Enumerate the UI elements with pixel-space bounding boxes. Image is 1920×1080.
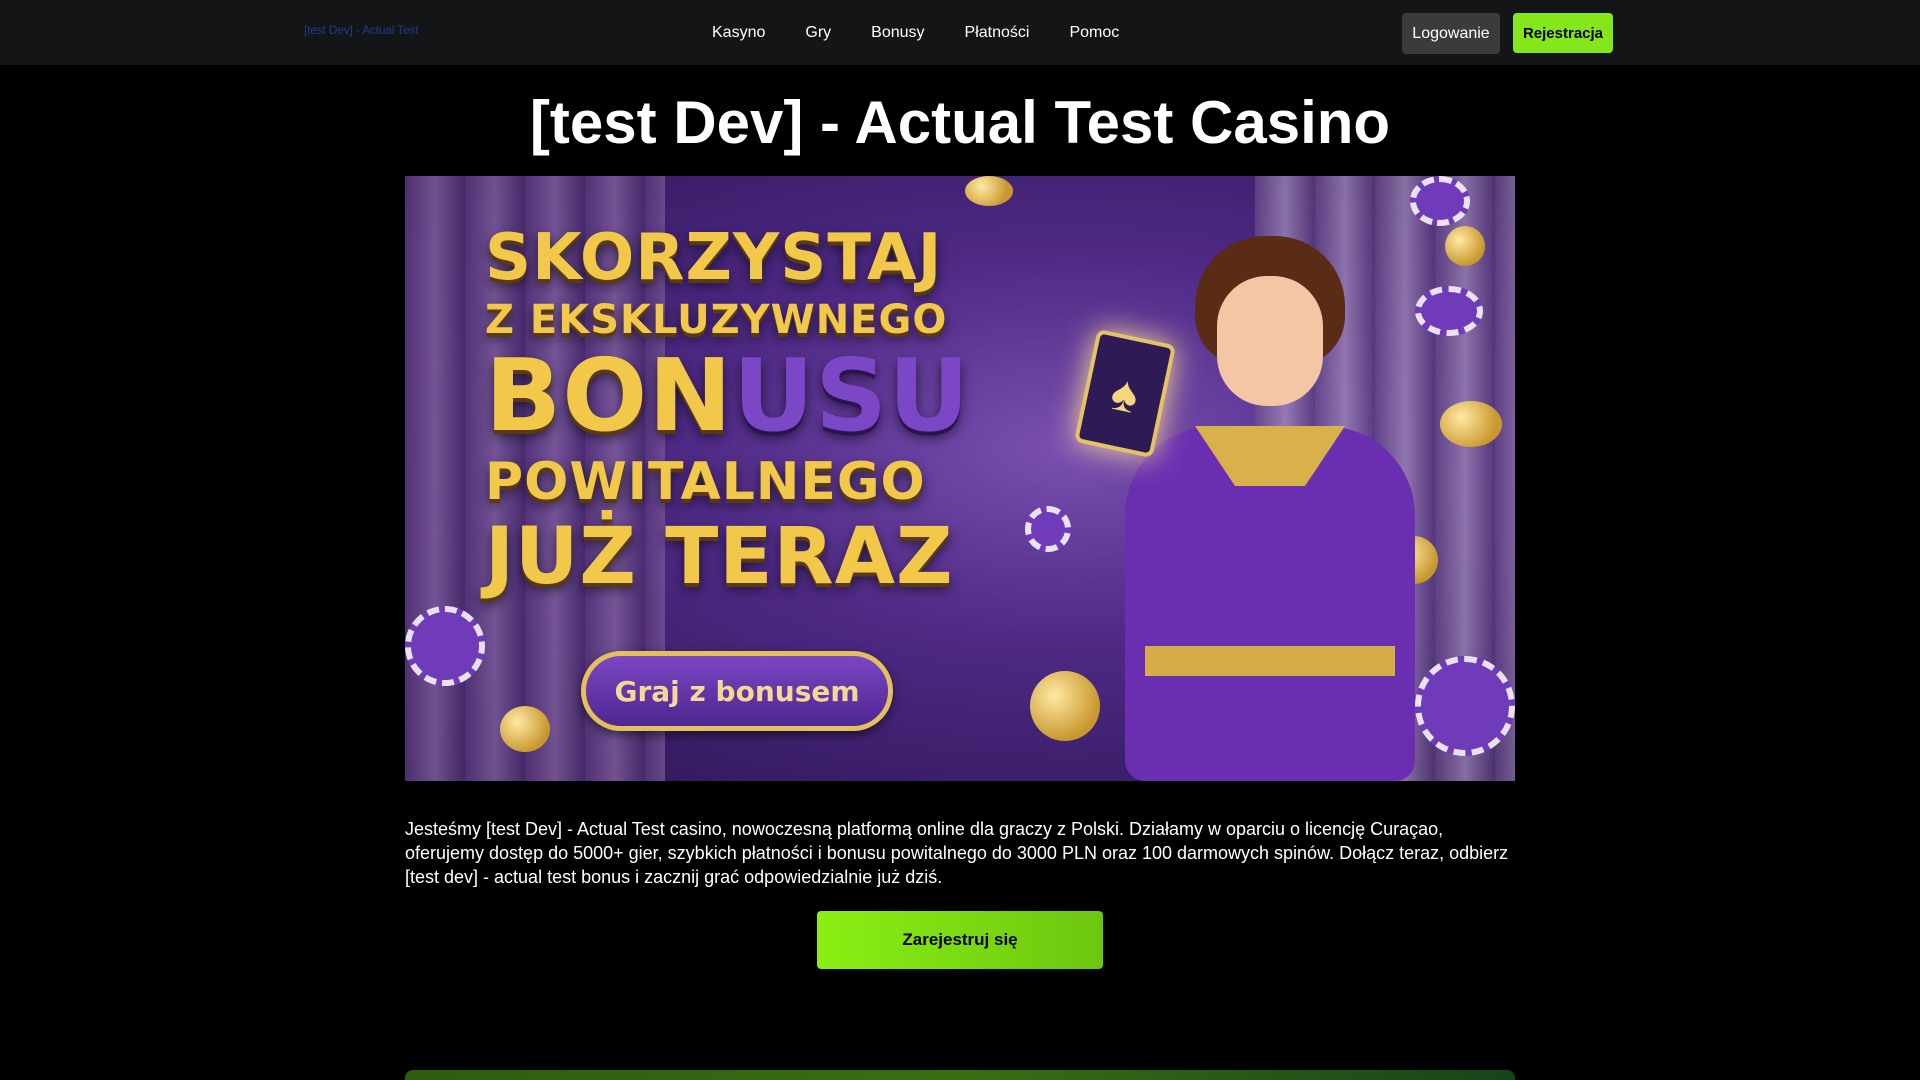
intro-paragraph: Jesteśmy [test Dev] - Actual Test casino… — [405, 819, 1509, 887]
main-nav: Kasyno Gry Bonusy Płatności Pomoc — [692, 0, 1139, 65]
hostess-collar — [1195, 426, 1345, 496]
top-navbar: [test Dev] - Actual Test Kasyno Gry Bonu… — [0, 0, 1920, 65]
gold-coin-decoration — [500, 706, 550, 752]
nav-item-pomoc[interactable]: Pomoc — [1049, 0, 1139, 65]
banner-line: BONUSU — [485, 346, 1005, 446]
page-title: [test Dev] - Actual Test Casino — [529, 89, 1391, 156]
banner-line-part: BON — [485, 337, 733, 454]
nav-item-kasyno[interactable]: Kasyno — [692, 0, 785, 65]
spade-card-icon: ♠ — [1073, 328, 1177, 459]
signup-button[interactable]: Zarejestruj się — [817, 911, 1103, 969]
banner-play-bonus-button[interactable]: Graj z bonusem — [581, 651, 893, 731]
hostess-face — [1217, 276, 1323, 406]
brand-logo-link[interactable]: [test Dev] - Actual Test — [304, 23, 419, 37]
login-button[interactable]: Logowanie — [1402, 13, 1500, 54]
register-button[interactable]: Rejestracja — [1513, 13, 1613, 53]
banner-line: JUŻ TERAZ — [485, 512, 954, 602]
welcome-bonus-banner[interactable]: ♠ SKORZYSTAJ Z EKSKLUZYWNEGO BONUSU POWI… — [405, 176, 1515, 781]
hostess-illustration: ♠ — [1045, 236, 1445, 781]
hostess-belt — [1145, 646, 1395, 676]
casino-chip-decoration — [1410, 176, 1470, 226]
banner-line: SKORZYSTAJ — [485, 221, 943, 295]
banner-headline: SKORZYSTAJ Z EKSKLUZYWNEGO BONUSU POWITA… — [485, 226, 1005, 596]
nav-item-bonusy[interactable]: Bonusy — [851, 0, 944, 65]
next-section-edge — [405, 1070, 1515, 1080]
gold-coin-decoration — [965, 176, 1013, 206]
nav-item-gry[interactable]: Gry — [785, 0, 851, 65]
banner-line-accent: USU — [732, 337, 971, 454]
banner-line: POWITALNEGO — [485, 452, 926, 512]
gold-coin-decoration — [1440, 401, 1502, 447]
gold-coin-decoration — [1445, 226, 1485, 266]
casino-chip-decoration — [405, 606, 485, 686]
nav-item-platnosci[interactable]: Płatności — [945, 0, 1050, 65]
banner-line: Z EKSKLUZYWNEGO — [485, 297, 948, 343]
